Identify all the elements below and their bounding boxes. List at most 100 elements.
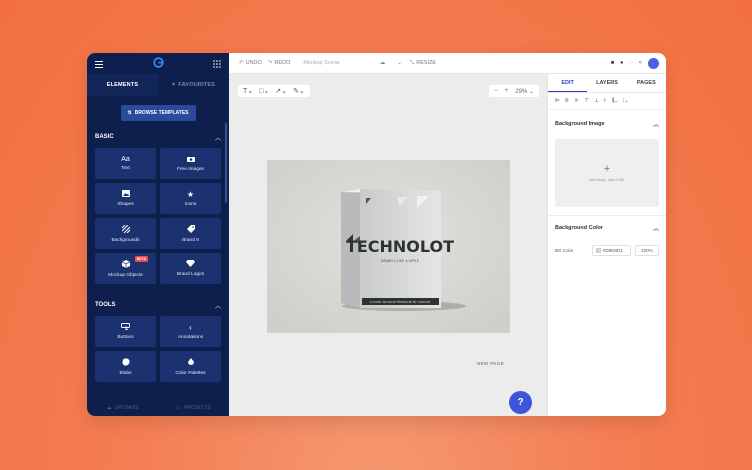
browse-templates-button[interactable]: ⇅ BROWSE TEMPLATES [120, 105, 196, 121]
align-middle-icon[interactable]: ⊥ [594, 98, 599, 104]
tab-uploads[interactable]: ☁ UPLOADS [87, 400, 158, 416]
element-tile-shapes[interactable]: Shapes [95, 183, 156, 214]
product-brand-text: TECHNOLOT [346, 237, 454, 256]
bg-color-value: #D8D8D1 [602, 248, 623, 253]
align-right-icon[interactable]: ⊩ [575, 98, 580, 104]
tool-tile-buttons[interactable]: Buttons [95, 316, 156, 347]
arrow-icon: ‹ [189, 322, 192, 332]
logo-icon[interactable] [152, 55, 164, 73]
tools-section-header[interactable]: TOOLS ︿ [87, 298, 229, 312]
chevron-down-icon[interactable]: ⌄ [397, 60, 402, 66]
right-panel: EDIT LAYERS PAGES ⊫ ⊪ ⊩ ⊤ ⊥ ⊦ ⫼⌄ ⁝⌄ Back… [547, 74, 666, 416]
element-tile-brand-logos[interactable]: Brand Logos [160, 253, 221, 284]
tile-label: Backgrounds [111, 237, 140, 243]
basic-section-header[interactable]: BASIC ︿ [87, 130, 229, 144]
undo-button[interactable]: ↶ UNDO [239, 60, 262, 66]
tile-label: Annotations [177, 334, 204, 340]
product-footer-text: LUXURY MOCKUP TEMPLATE BY CODIUM [370, 300, 430, 304]
cube-icon [121, 259, 130, 270]
redo-icon: ↷ [267, 60, 273, 66]
distribute-icon[interactable]: ⫼⌄ [612, 98, 618, 105]
settings-icon[interactable]: ◌ [630, 60, 633, 66]
align-top-icon[interactable]: ⊤ [584, 98, 589, 104]
element-tile-text[interactable]: Aa Text [95, 148, 156, 179]
zoom-level[interactable]: 29% ⌄ [515, 88, 534, 95]
tile-label: Blobs [119, 370, 132, 376]
scene-name-field[interactable]: Mockup Scene [303, 60, 339, 66]
folder-icon: ▭ [176, 405, 182, 411]
bg-color-label: BG Color [555, 248, 574, 253]
redo-button[interactable]: ↷ REDO [268, 60, 291, 66]
cloud-sync-icon[interactable]: ☁ [380, 60, 386, 66]
undo-label: UNDO [245, 60, 262, 66]
zoom-out-icon[interactable]: − [494, 88, 498, 94]
bg-color-field[interactable]: #D8D8D1 [591, 245, 631, 256]
tab-elements-label: ELEMENTS [106, 82, 139, 88]
chevron-up-icon[interactable]: ︿ [653, 120, 659, 128]
scene-name-text: Mockup Scene [303, 60, 340, 66]
zoom-value: 29% [515, 88, 528, 95]
mockup-box-image: TECHNOLOT BRAND // LIKE A APPLE LUXURY M… [267, 160, 510, 333]
gift-icon[interactable]: ■ [611, 60, 614, 66]
color-swatch[interactable] [595, 248, 601, 253]
divider [548, 215, 666, 216]
help-button[interactable]: ? [509, 391, 532, 414]
shape-tool-icon[interactable]: □⌄ [259, 87, 269, 95]
chevron-up-icon[interactable]: ︿ [215, 301, 221, 310]
more-options-icon[interactable]: ⁝⌄ [622, 98, 628, 104]
arrow-tool-icon[interactable]: ↗⌄ [275, 87, 287, 95]
tool-tile-blobs[interactable]: Blobs [95, 351, 156, 382]
element-tile-backgrounds[interactable]: Backgrounds [95, 218, 156, 249]
sidebar-bottom-tabs: ☁ UPLOADS ▭ PROJECTS [87, 400, 229, 416]
avatar[interactable] [648, 57, 659, 69]
bg-opacity-value: 100% [641, 248, 653, 253]
canvas-area: T⌄ □⌄ ↗⌄ ✎⌄ − + 29% ⌄ TECHNOLOT BRAND //… [229, 74, 547, 416]
zoom-in-icon[interactable]: + [505, 88, 509, 94]
element-tile-icons[interactable]: ★ Icons [160, 183, 221, 214]
background-color-section-header[interactable]: Background Color ︿ [548, 218, 666, 237]
align-center-icon[interactable]: ⊪ [565, 98, 570, 104]
tool-tile-color-palettes[interactable]: Color Palettes [160, 351, 221, 382]
tools-section-title: TOOLS [95, 302, 116, 308]
tile-label: Shapes [117, 202, 134, 207]
tab-pages[interactable]: PAGES [627, 74, 666, 92]
tab-elements[interactable]: ELEMENTS [87, 74, 158, 96]
new-page-button[interactable]: NEW PAGE [477, 361, 504, 366]
element-tile-brand-it[interactable]: Brand It [160, 218, 221, 249]
undo-icon: ↶ [239, 60, 244, 66]
menu-icon[interactable] [95, 55, 103, 73]
plus-icon: + [603, 163, 611, 175]
resize-icon: ⤡ [409, 59, 415, 66]
camera-icon [186, 156, 195, 164]
bell-icon[interactable]: ● [620, 60, 623, 66]
element-tile-free-images[interactable]: Free Images [160, 148, 221, 179]
toolbar-right-actions: ■ ● ◌ < [611, 57, 666, 69]
text-tool-icon[interactable]: T⌄ [243, 87, 253, 95]
pen-tool-icon[interactable]: ✎⌄ [293, 87, 305, 95]
browse-templates-wrap: ⇅ BROWSE TEMPLATES [87, 96, 229, 130]
upload-hint: Add image. Max 4 Mb. [589, 178, 625, 182]
bg-opacity-field[interactable]: 100% [634, 245, 659, 256]
chevron-up-icon[interactable]: ︿ [215, 133, 221, 142]
sidebar-tabs: ELEMENTS ♥ FAVOURITES [87, 74, 229, 96]
basic-section-title: BASIC [95, 134, 114, 140]
resize-button[interactable]: ⤡ RESIZE [410, 60, 436, 67]
tool-tile-annotations[interactable]: ‹ Annotations [160, 316, 221, 347]
zoom-controls: − + 29% ⌄ [489, 85, 539, 97]
sidebar-scrollbar[interactable] [225, 123, 227, 203]
background-image-section-header[interactable]: Background Image ︿ [548, 114, 666, 133]
tab-favourites[interactable]: ♥ FAVOURITES [158, 74, 229, 96]
tab-edit[interactable]: EDIT [548, 74, 588, 92]
design-page[interactable]: TECHNOLOT BRAND // LIKE A APPLE LUXURY M… [267, 160, 510, 333]
templates-icon: ⇅ [127, 110, 132, 116]
align-left-icon[interactable]: ⊫ [555, 98, 560, 104]
tile-label: Buttons [117, 335, 134, 340]
tab-projects[interactable]: ▭ PROJECTS [158, 400, 229, 416]
background-image-dropzone[interactable]: + Add image. Max 4 Mb. [555, 139, 659, 207]
element-tile-mockup-objects[interactable]: BETA Mockup Objects [95, 253, 156, 284]
tab-layers[interactable]: LAYERS [587, 74, 626, 92]
apps-grid-icon[interactable] [213, 55, 221, 73]
align-bottom-icon[interactable]: ⊦ [604, 98, 607, 104]
chevron-up-icon[interactable]: ︿ [653, 224, 659, 232]
share-icon[interactable]: < [639, 60, 642, 66]
